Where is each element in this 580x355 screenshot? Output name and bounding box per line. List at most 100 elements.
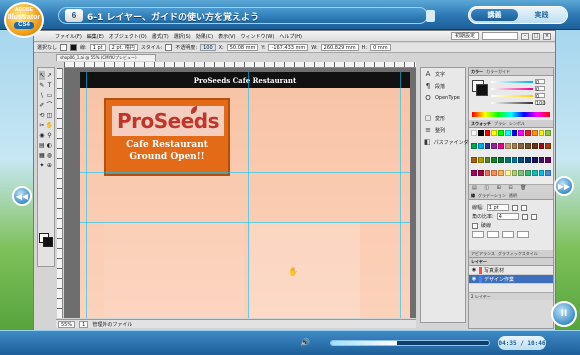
color-swatch[interactable]: [498, 169, 504, 176]
paintbrush-tool-icon[interactable]: ✐: [39, 101, 45, 110]
stroke-swatch[interactable]: [43, 237, 53, 247]
panel-opentype[interactable]: O OpenType: [421, 92, 465, 104]
join-miter-icon[interactable]: [521, 213, 528, 220]
tab-symbols[interactable]: シンボル: [509, 120, 525, 127]
symbol-sprayer-tool-icon[interactable]: ◉: [39, 131, 45, 140]
color-swatch[interactable]: [471, 143, 477, 150]
color-swatch[interactable]: [538, 130, 545, 136]
panel-pathfinder[interactable]: ◧ パスファインダー: [421, 136, 474, 148]
tab-swatches[interactable]: スウォッチ: [471, 120, 491, 127]
next-chapter-button[interactable]: ▶▶: [554, 176, 574, 196]
color-swatch[interactable]: [491, 169, 497, 176]
artboard-number-field[interactable]: 1: [79, 320, 89, 328]
zoom-tool-icon[interactable]: ⚲: [46, 131, 53, 140]
guide-horizontal[interactable]: [80, 222, 410, 223]
menu-window[interactable]: ウィンドウ(W): [239, 33, 275, 40]
rotate-tool-icon[interactable]: ⟲: [39, 111, 45, 120]
artboard[interactable]: ProSeeds Cafe Restaurant ProSeeds Cafe R…: [80, 72, 410, 318]
color-swatch[interactable]: [491, 143, 497, 150]
maximize-icon[interactable]: □: [532, 32, 540, 40]
color-swatch[interactable]: [525, 130, 531, 136]
cap-butt-icon[interactable]: [511, 204, 518, 211]
h-field[interactable]: 0 mm: [370, 44, 391, 51]
fill-swatch-control[interactable]: [60, 44, 68, 51]
color-swatch[interactable]: [498, 130, 504, 136]
close-icon[interactable]: ×: [543, 32, 551, 40]
color-swatch[interactable]: [518, 143, 524, 150]
tab-color[interactable]: カラー: [471, 68, 483, 75]
tab-brushes[interactable]: ブラシ: [494, 120, 506, 127]
color-swatch[interactable]: [545, 156, 551, 163]
color-swatch[interactable]: [477, 130, 484, 136]
free-transform-tool-icon[interactable]: ◫: [46, 111, 53, 120]
menu-effect[interactable]: 効果(C): [195, 33, 214, 40]
color-swatch[interactable]: [545, 130, 551, 136]
slider-c[interactable]: 0: [491, 79, 545, 86]
slider-m[interactable]: 0: [491, 86, 545, 93]
color-swatch[interactable]: [531, 143, 538, 150]
layer-row-selected[interactable]: ◉ デザイン作業: [469, 275, 553, 284]
practice-mode-button[interactable]: 実践: [518, 9, 565, 21]
menu-select[interactable]: 選択(S): [173, 33, 192, 40]
layer-row[interactable]: ◉ 写真素材: [469, 266, 553, 275]
stroke-weight-field[interactable]: 1 pt: [89, 44, 106, 51]
slider-c-value[interactable]: 0: [535, 79, 545, 86]
content-block-left[interactable]: [104, 222, 244, 318]
eyedropper-tool-icon[interactable]: ◍: [46, 151, 53, 160]
tab-transparency[interactable]: 透明: [509, 192, 517, 199]
color-swatch[interactable]: [511, 169, 518, 176]
color-swatch[interactable]: [477, 169, 484, 176]
color-swatch[interactable]: [484, 130, 491, 136]
color-swatch[interactable]: [498, 156, 504, 163]
color-swatch[interactable]: [525, 143, 531, 150]
slider-k-track[interactable]: [491, 102, 533, 104]
color-swatch[interactable]: [477, 143, 484, 150]
color-swatch[interactable]: [538, 169, 545, 176]
color-swatch[interactable]: [504, 143, 511, 150]
explain-mode-button[interactable]: 講義: [471, 9, 518, 21]
gap-field-2[interactable]: [517, 231, 529, 238]
swatch-panel-footer[interactable]: ▤ ◫ ⊞ ⊟ 🗑: [469, 184, 553, 192]
selection-tool-icon[interactable]: ↖: [39, 71, 45, 80]
color-swatch[interactable]: [525, 156, 531, 163]
dash-field-1[interactable]: [472, 231, 484, 238]
color-swatch[interactable]: [491, 156, 497, 163]
color-swatch[interactable]: [518, 130, 524, 136]
blend-tool-icon[interactable]: ✦: [39, 161, 45, 170]
tab-gradient[interactable]: グラデーション: [478, 192, 506, 199]
w-field[interactable]: 260.829 mm: [320, 44, 359, 51]
direct-selection-tool-icon[interactable]: ↗: [46, 71, 53, 80]
volume-icon[interactable]: 🔊: [300, 339, 318, 347]
color-swatch[interactable]: [484, 156, 491, 163]
slider-y-value[interactable]: 0: [535, 93, 545, 100]
logo-box[interactable]: ProSeeds Cafe Restaurant Ground Open!!: [104, 98, 230, 176]
tab-stroke[interactable]: 線: [471, 192, 475, 199]
color-swatch[interactable]: [477, 156, 484, 163]
color-swatch[interactable]: [511, 156, 518, 163]
color-swatch[interactable]: [518, 169, 524, 176]
color-swatch[interactable]: [471, 169, 477, 176]
guide-vertical[interactable]: [400, 72, 401, 318]
x-field[interactable]: 50.08 mm: [226, 44, 259, 51]
minimize-icon[interactable]: –: [521, 32, 529, 40]
graph-tool-icon[interactable]: ▤: [39, 141, 45, 150]
slider-y-track[interactable]: [491, 95, 533, 97]
line-tool-icon[interactable]: \: [39, 91, 45, 100]
scissors-tool-icon[interactable]: ✂: [39, 121, 45, 130]
color-swatch[interactable]: [504, 130, 511, 136]
color-swatch[interactable]: [545, 169, 551, 176]
tab-graphic-styles[interactable]: グラフィックスタイル: [498, 250, 538, 257]
color-spectrum[interactable]: [472, 112, 550, 117]
color-swatch[interactable]: [484, 143, 491, 150]
content-block-right[interactable]: [250, 222, 360, 318]
color-swatch[interactable]: [538, 156, 545, 163]
menu-edit[interactable]: 編集(E): [86, 33, 105, 40]
pause-button[interactable]: II: [551, 301, 577, 327]
y-field[interactable]: -167.433 mm: [268, 44, 309, 51]
color-swatch[interactable]: [531, 130, 538, 136]
color-swatch[interactable]: [545, 143, 551, 150]
color-swatch[interactable]: [511, 143, 518, 150]
color-swatch[interactable]: [504, 169, 511, 176]
cap-round-icon[interactable]: [520, 204, 527, 211]
opacity-field[interactable]: 100: [200, 44, 216, 51]
